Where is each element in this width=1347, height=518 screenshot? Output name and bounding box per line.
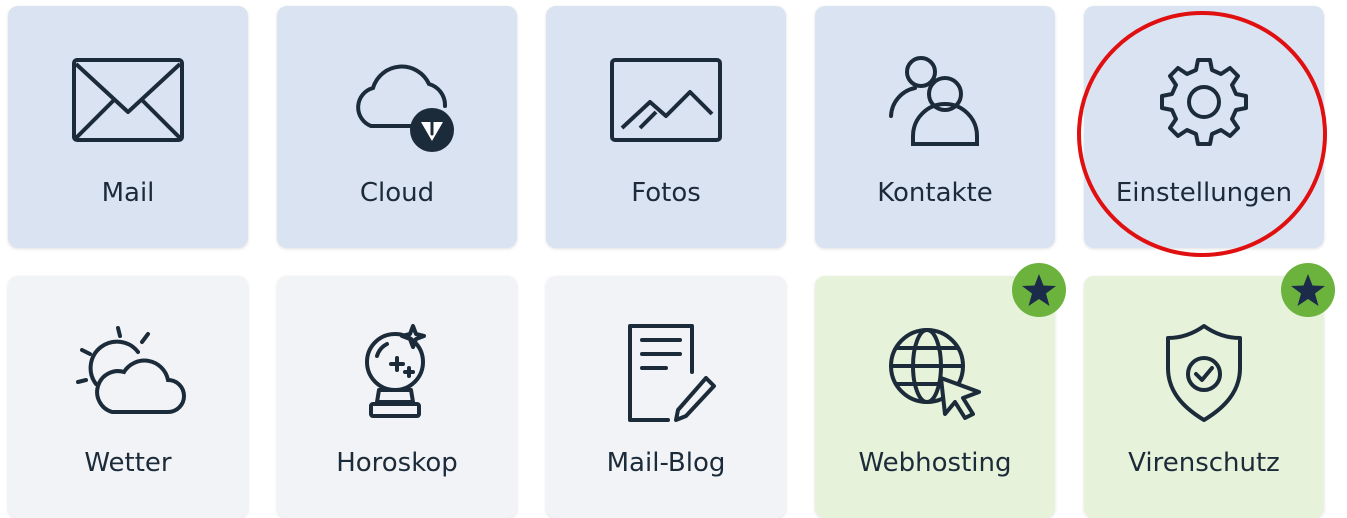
- gear-icon: [1144, 50, 1264, 154]
- tile-label: Kontakte: [877, 178, 993, 208]
- tile-wetter[interactable]: Wetter: [8, 276, 248, 518]
- star-icon: [1012, 263, 1066, 317]
- photo-icon: [606, 50, 726, 154]
- tile-label: Mail: [101, 178, 155, 208]
- tile-webhosting[interactable]: Webhosting: [815, 263, 1066, 518]
- premium-star-badge: [1011, 262, 1067, 318]
- tile-virenschutz[interactable]: Virenschutz: [1084, 263, 1335, 518]
- tile-label: Horoskop: [336, 448, 458, 478]
- tile-label: Fotos: [631, 178, 701, 208]
- tile-label: Webhosting: [858, 448, 1012, 478]
- crystal-ball-icon: [337, 320, 457, 424]
- tile-cloud[interactable]: Cloud: [277, 6, 517, 248]
- tile-einstellungen[interactable]: Einstellungen: [1084, 6, 1324, 248]
- blog-icon: [606, 320, 726, 424]
- weather-icon: [68, 320, 188, 424]
- app-tile-grid: Mail Cloud Fotos Kontakte Einstellungen …: [0, 0, 1347, 518]
- cloud-icon: [337, 50, 457, 154]
- contacts-icon: [875, 50, 995, 154]
- shield-check-icon: [1144, 320, 1264, 424]
- tile-label: Mail-Blog: [606, 448, 726, 478]
- premium-star-badge: [1280, 262, 1336, 318]
- tile-label: Einstellungen: [1115, 178, 1293, 208]
- tile-label: Cloud: [359, 178, 435, 208]
- globe-cursor-icon: [875, 320, 995, 424]
- tile-kontakte[interactable]: Kontakte: [815, 6, 1055, 248]
- star-icon: [1281, 263, 1335, 317]
- tile-mail-blog[interactable]: Mail-Blog: [546, 276, 786, 518]
- tile-horoskop[interactable]: Horoskop: [277, 276, 517, 518]
- mail-icon: [68, 50, 188, 154]
- tile-mail[interactable]: Mail: [8, 6, 248, 248]
- tile-label: Wetter: [84, 448, 172, 478]
- tile-fotos[interactable]: Fotos: [546, 6, 786, 248]
- tile-label: Virenschutz: [1128, 448, 1280, 478]
